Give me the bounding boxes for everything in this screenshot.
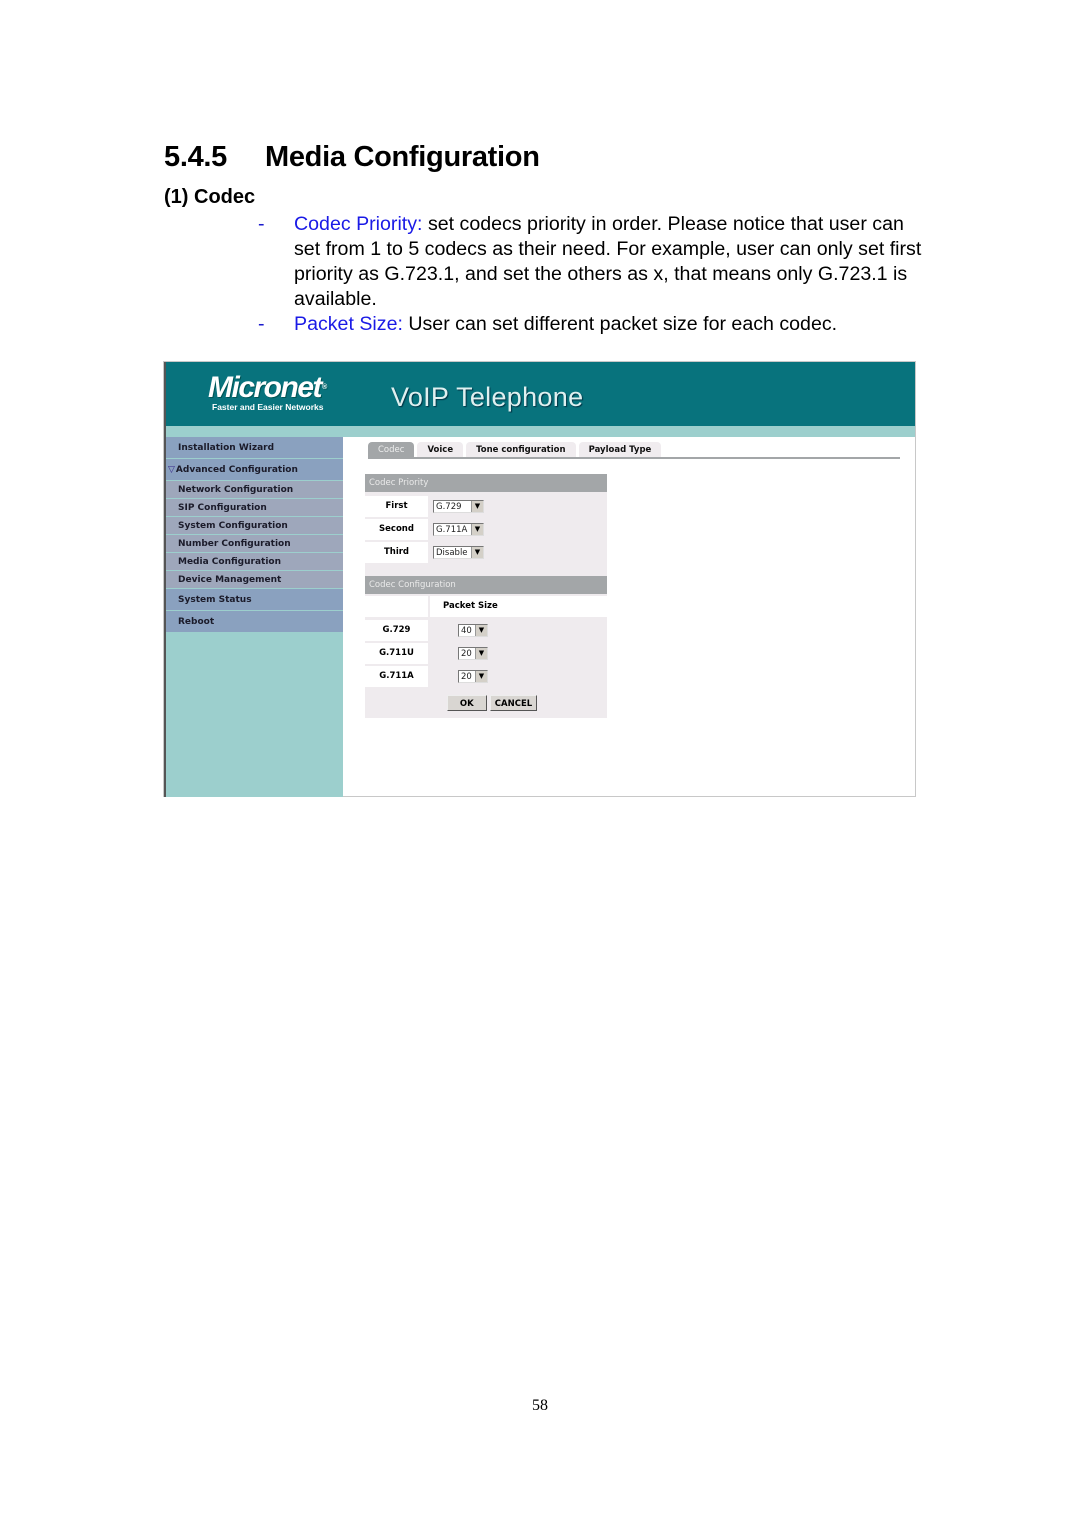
select-value: G.729 (436, 501, 462, 512)
header-banner: Micronet® Faster and Easier Networks VoI… (164, 362, 915, 426)
voip-web-ui-screenshot: Micronet® Faster and Easier Networks VoI… (163, 361, 916, 797)
g711u-packet-size-select[interactable]: 20 ▼ (458, 647, 488, 660)
third-priority-select[interactable]: Disable ▼ (433, 546, 484, 559)
section-title: 5.4.5 Media Configuration (164, 141, 540, 174)
bullet-dash: - (258, 213, 265, 235)
priority-label: Third (365, 542, 428, 563)
sidebar-item-media-configuration[interactable]: Media Configuration (166, 553, 343, 571)
sidebar-item-system-configuration[interactable]: System Configuration (166, 517, 343, 535)
bullet-list: - Codec Priority: set codecs priority in… (258, 212, 928, 337)
codec-label: G.711A (365, 666, 428, 687)
dropdown-arrow-icon: ▼ (471, 524, 483, 535)
sidebar-item-reboot[interactable]: Reboot (166, 611, 343, 633)
sidebar-item-installation-wizard[interactable]: Installation Wizard (166, 437, 343, 459)
dropdown-arrow-icon: ▼ (475, 648, 487, 659)
sidebar-item-device-management[interactable]: Device Management (166, 571, 343, 589)
sidebar: Installation Wizard ▽Advanced Configurat… (164, 437, 343, 797)
dropdown-arrow-icon: ▼ (471, 501, 483, 512)
codec-configuration-header: Codec Configuration (365, 576, 607, 594)
registered-mark: ® (322, 384, 327, 391)
sidebar-item-advanced-configuration[interactable]: ▽Advanced Configuration (166, 459, 343, 481)
priority-row-second: Second G.711A ▼ (365, 518, 607, 541)
ok-button[interactable]: OK (446, 695, 487, 711)
select-value: 20 (461, 648, 472, 659)
dropdown-arrow-icon: ▼ (475, 625, 487, 636)
subheading: (1) Codec (164, 186, 256, 208)
codec-panel: Codec Priority First G.729 ▼ Second G.711… (365, 474, 607, 718)
bullet-packet-size: - Packet Size: User can set different pa… (258, 312, 928, 337)
codec-row-g729: G.729 40 ▼ (365, 619, 607, 642)
dropdown-arrow-icon: ▼ (471, 547, 483, 558)
select-value: G.711A (436, 524, 468, 535)
tab-codec[interactable]: Codec (368, 442, 415, 457)
tab-voice[interactable]: Voice (417, 442, 464, 457)
codec-priority-header: Codec Priority (365, 474, 607, 492)
dropdown-arrow-icon: ▼ (475, 671, 487, 682)
priority-row-first: First G.729 ▼ (365, 495, 607, 518)
tab-underline (368, 457, 900, 459)
app-title: VoIP Telephone (391, 382, 584, 412)
brand-tagline: Faster and Easier Networks (212, 402, 324, 412)
sidebar-item-system-status[interactable]: System Status (166, 589, 343, 611)
cancel-button[interactable]: CANCEL (489, 695, 538, 711)
priority-row-third: Third Disable ▼ (365, 541, 607, 564)
select-value: 40 (461, 625, 472, 636)
g729-packet-size-select[interactable]: 40 ▼ (458, 624, 488, 637)
priority-label: First (365, 496, 428, 517)
bullet-term: Packet Size: (294, 313, 403, 335)
sidebar-item-label: Advanced Configuration (175, 465, 298, 475)
bullet-term: Codec Priority: (294, 213, 423, 235)
sidebar-item-sip-configuration[interactable]: SIP Configuration (166, 499, 343, 517)
tab-bar: Codec Voice Tone configuration Payload T… (368, 442, 662, 457)
brand-name: Micronet (208, 371, 323, 404)
codec-label: G.711U (365, 643, 428, 664)
g711a-packet-size-select[interactable]: 20 ▼ (458, 670, 488, 683)
main-content: Codec Voice Tone configuration Payload T… (344, 437, 915, 796)
page-number: 58 (532, 1397, 548, 1414)
sidebar-item-number-configuration[interactable]: Number Configuration (166, 535, 343, 553)
bullet-dash: - (258, 313, 265, 335)
select-value: Disable (436, 547, 468, 558)
packet-size-column-header: Packet Size (365, 596, 607, 617)
section-number: 5.4.5 (164, 141, 227, 173)
triangle-down-icon: ▽ (168, 465, 175, 475)
tab-payload-type[interactable]: Payload Type (578, 442, 662, 457)
packet-size-label: Packet Size (430, 596, 607, 617)
header-strip (164, 426, 915, 437)
bullet-codec-priority: - Codec Priority: set codecs priority in… (258, 212, 928, 312)
form-buttons: OK CANCEL (365, 688, 607, 718)
section-title-text: Media Configuration (265, 141, 540, 173)
codec-row-g711a: G.711A 20 ▼ (365, 665, 607, 688)
first-priority-select[interactable]: G.729 ▼ (433, 500, 484, 513)
priority-label: Second (365, 519, 428, 540)
tab-tone-configuration[interactable]: Tone configuration (466, 442, 576, 457)
codec-label: G.729 (365, 620, 428, 641)
select-value: 20 (461, 671, 472, 682)
codec-row-g711u: G.711U 20 ▼ (365, 642, 607, 665)
bullet-text: User can set different packet size for e… (402, 313, 838, 335)
second-priority-select[interactable]: G.711A ▼ (433, 523, 484, 536)
micronet-logo: Micronet® Faster and Easier Networks (208, 371, 327, 413)
sidebar-item-network-configuration[interactable]: Network Configuration (166, 481, 343, 499)
